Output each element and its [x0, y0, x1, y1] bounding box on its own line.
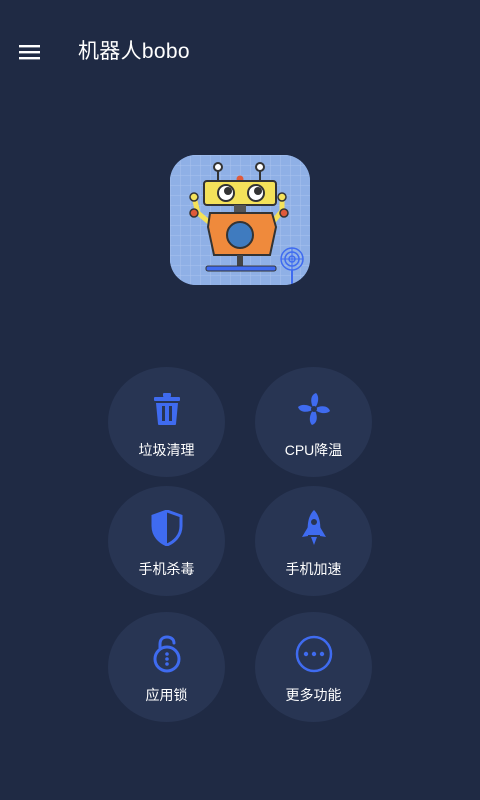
- trash-icon: [147, 389, 187, 429]
- more-icon: [294, 634, 334, 674]
- feature-app-lock[interactable]: 应用锁: [108, 612, 225, 722]
- rocket-icon: [294, 508, 334, 548]
- feature-label: 垃圾清理: [138, 442, 195, 458]
- feature-label: CPU降温: [284, 442, 343, 458]
- feature-cpu-cool[interactable]: CPU降温: [255, 367, 372, 477]
- feature-label: 应用锁: [145, 687, 188, 703]
- fan-icon: [294, 389, 334, 429]
- feature-more[interactable]: 更多功能: [255, 612, 372, 722]
- feature-label: 更多功能: [285, 687, 342, 703]
- feature-trash-clean[interactable]: 垃圾清理: [108, 367, 225, 477]
- feature-label: 手机加速: [285, 561, 342, 577]
- feature-label: 手机杀毒: [138, 561, 195, 577]
- feature-speedup[interactable]: 手机加速: [255, 486, 372, 596]
- feature-grid: 垃圾清理 CPU降温 手机杀毒 手机加速 应用锁 更多功能: [0, 0, 480, 800]
- shield-icon: [147, 508, 187, 548]
- lock-icon: [147, 634, 187, 674]
- feature-antivirus[interactable]: 手机杀毒: [108, 486, 225, 596]
